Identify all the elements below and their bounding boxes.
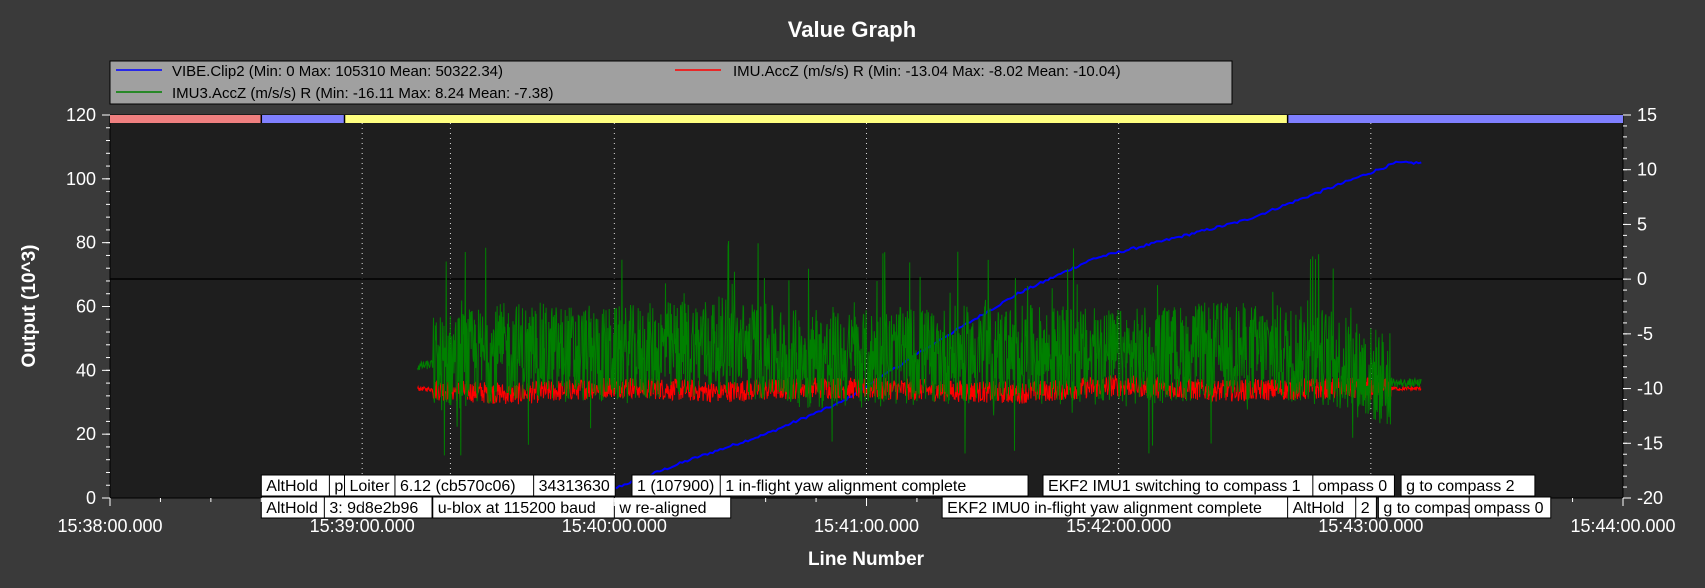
y-tick-label: 100 xyxy=(66,169,96,189)
annotation-label: w re-aligned xyxy=(618,500,706,517)
annotation-label: AltHold xyxy=(266,478,318,495)
y-tick-label: 40 xyxy=(76,360,96,380)
y-tick-label: 120 xyxy=(66,105,96,125)
annotation-label: AltHold xyxy=(1293,500,1345,517)
x-axis-label: Line Number xyxy=(808,549,925,570)
annotation-label: 34313630 xyxy=(539,478,610,495)
flight-mode-bar xyxy=(110,115,1623,123)
annotation-label: ompass 0 xyxy=(1318,478,1387,495)
value-graph-chart: Value Graph 0 20 40 60 80 100 120 -20 -15 -10 -5 0… xyxy=(0,0,1705,588)
annotation-label: 3: 9d8e2b96 xyxy=(329,500,418,517)
legend: VIBE.Clip2 (Min: 0 Max: 105310 Mean: 503… xyxy=(109,60,1233,105)
legend-entry-vibe-clip2: VIBE.Clip2 (Min: 0 Max: 105310 Mean: 503… xyxy=(172,63,503,80)
y2-tick-label: 10 xyxy=(1637,160,1657,180)
y2-tick-label: -5 xyxy=(1637,324,1653,344)
annotation-label: EKF2 IMU1 switching to compass 1 xyxy=(1048,478,1301,495)
annotation-label: 2 xyxy=(1361,500,1370,517)
mode-bar-segment xyxy=(110,115,262,123)
annotation-label: 6.12 (cb570c06) xyxy=(400,478,516,495)
annotation-label: g to compass 2 xyxy=(1406,478,1515,495)
x-tick-label: 15:38:00.000 xyxy=(57,516,162,536)
x-tick-label: 15:42:00.000 xyxy=(1066,516,1171,536)
x-tick-label: 15:44:00.000 xyxy=(1570,516,1675,536)
annotation-label: 1 in-flight yaw alignment complete xyxy=(725,478,966,495)
y2-tick-label: 15 xyxy=(1637,105,1657,125)
annotation-label: ompass 0 xyxy=(1474,500,1543,517)
x-tick-label: 15:40:00.000 xyxy=(562,516,667,536)
y-tick-label: 0 xyxy=(86,488,96,508)
annotation-label: AltHold xyxy=(266,500,318,517)
y2-tick-label: -20 xyxy=(1637,488,1663,508)
mode-bar-segment xyxy=(261,115,345,123)
plot-area xyxy=(109,114,1624,499)
chart-title: Value Graph xyxy=(788,17,916,42)
y-tick-label: 20 xyxy=(76,424,96,444)
y-axis-label: Output (10^3) xyxy=(19,245,40,368)
y2-tick-label: -10 xyxy=(1637,379,1663,399)
mode-bar-segment xyxy=(344,115,1288,123)
annotation-label: Loiter xyxy=(350,478,391,495)
annotation-label: 1 (107900) xyxy=(637,478,714,495)
y2-tick-label: 5 xyxy=(1637,214,1647,234)
annotation-label: u-blox at 115200 baud xyxy=(438,500,596,517)
x-tick-label: 15:43:00.000 xyxy=(1318,516,1423,536)
y2-tick-label: -15 xyxy=(1637,433,1663,453)
legend-entry-imu3-accz: IMU3.AccZ (m/s/s) R (Min: -16.11 Max: 8.… xyxy=(172,85,554,102)
y-tick-label: 80 xyxy=(76,233,96,253)
y-tick-label: 60 xyxy=(76,297,96,317)
x-tick-label: 15:39:00.000 xyxy=(310,516,415,536)
annotation-label: EKF2 IMU0 in-flight yaw alignment comple… xyxy=(947,500,1262,517)
legend-entry-imu-accz: IMU.AccZ (m/s/s) R (Min: -13.04 Max: -8.… xyxy=(733,63,1121,80)
mode-bar-segment xyxy=(1287,115,1623,123)
y2-tick-label: 0 xyxy=(1637,269,1647,289)
annotation-label: p xyxy=(334,478,343,495)
x-tick-label: 15:41:00.000 xyxy=(814,516,919,536)
